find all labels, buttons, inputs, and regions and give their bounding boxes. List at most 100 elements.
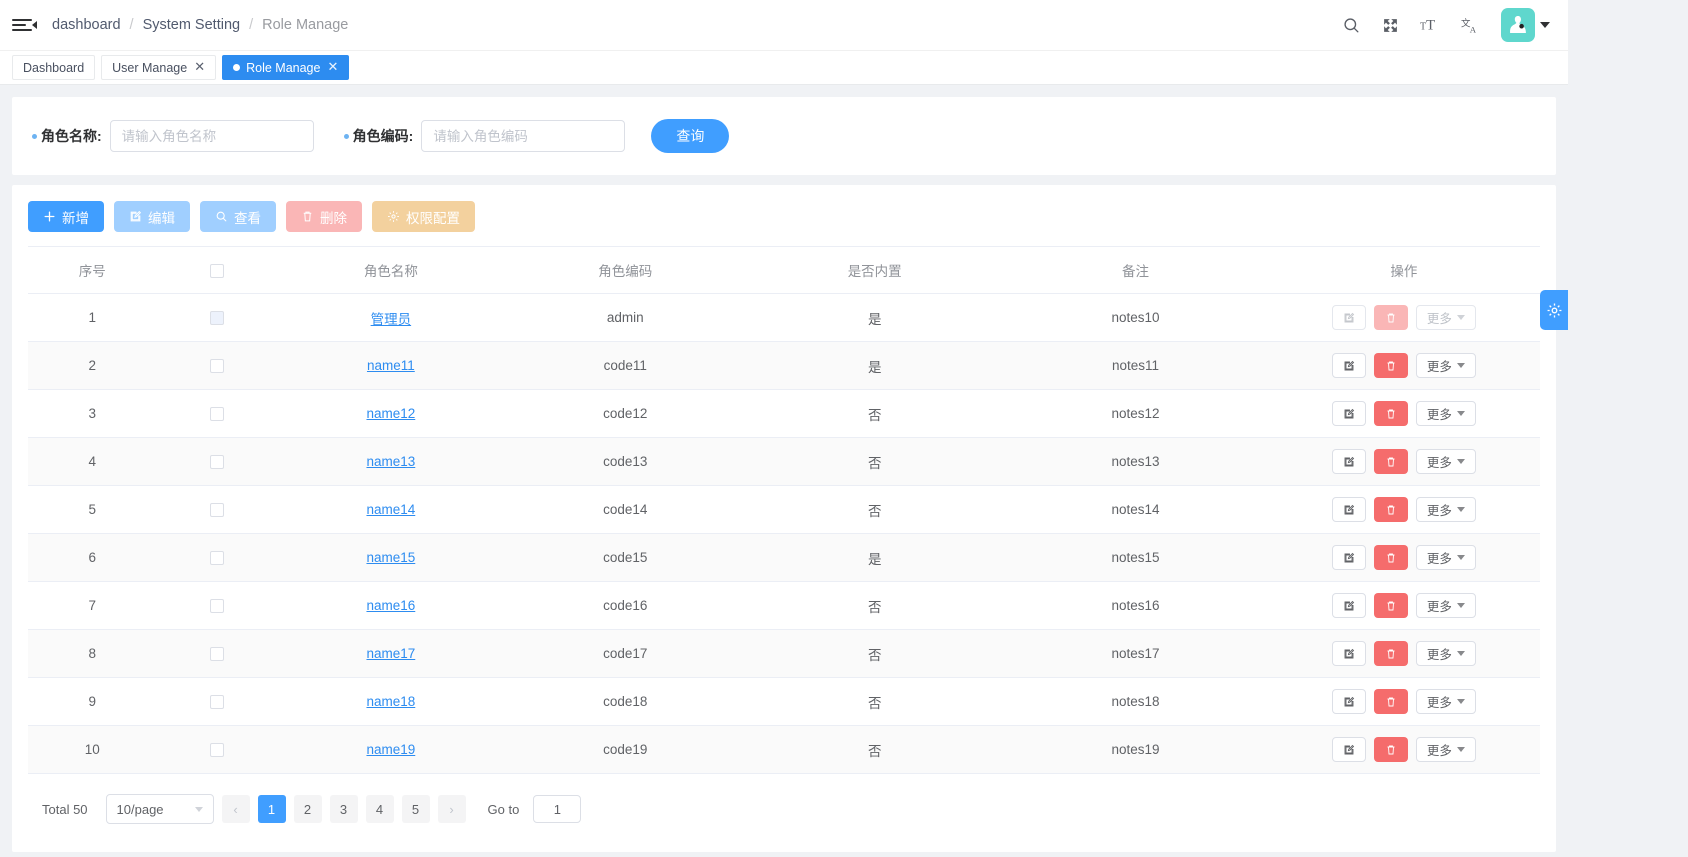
query-button[interactable]: 查询 [651, 119, 730, 153]
row-edit-button[interactable] [1331, 689, 1366, 714]
row-checkbox[interactable] [209, 599, 224, 614]
row-more-button[interactable]: 更多 [1415, 353, 1476, 378]
row-more-button[interactable]: 更多 [1415, 641, 1476, 666]
table-row[interactable]: 3 name12 code12 否 notes12 更多 [28, 389, 1540, 438]
table-row[interactable]: 6 name15 code15 是 notes15 更多 [28, 533, 1540, 582]
view-button[interactable]: 查看 [200, 201, 276, 232]
row-more-button[interactable]: 更多 [1415, 545, 1476, 570]
row-checkbox[interactable] [209, 743, 224, 758]
row-delete-button[interactable] [1373, 545, 1408, 570]
role-name-link[interactable]: name14 [366, 502, 415, 517]
role-name-link[interactable]: name12 [366, 406, 415, 421]
goto-page-input[interactable] [533, 795, 582, 823]
row-more-button[interactable]: 更多 [1415, 305, 1476, 330]
row-more-button[interactable]: 更多 [1415, 689, 1476, 714]
row-delete-button[interactable] [1373, 449, 1408, 474]
row-checkbox[interactable] [209, 455, 224, 470]
breadcrumb-item-system-setting[interactable]: System Setting [143, 17, 241, 33]
cell-select [156, 293, 278, 342]
translate-icon[interactable]: 文 A [1461, 16, 1480, 35]
cell-role-name: name14 [277, 485, 505, 534]
add-button[interactable]: 新增 [28, 201, 104, 232]
row-delete-button[interactable] [1373, 641, 1408, 666]
role-name-link[interactable]: name16 [366, 598, 415, 613]
table-row[interactable]: 1 管理员 admin 是 notes10 更多 [28, 293, 1540, 342]
page-button-5[interactable]: 5 [401, 795, 430, 823]
row-checkbox[interactable] [209, 551, 224, 566]
row-more-button[interactable]: 更多 [1415, 401, 1476, 426]
row-edit-button[interactable] [1331, 401, 1366, 426]
tab-dashboard[interactable]: Dashboard [12, 55, 96, 80]
row-edit-button[interactable] [1331, 641, 1366, 666]
row-delete-button[interactable] [1373, 737, 1408, 762]
permission-config-button[interactable]: 权限配置 [372, 201, 475, 232]
row-delete-button[interactable] [1373, 353, 1408, 378]
row-checkbox[interactable] [209, 311, 224, 326]
row-action-group: 更多 [1274, 545, 1534, 570]
row-delete-button[interactable] [1373, 305, 1408, 330]
goto-label: Go to [487, 801, 520, 817]
breadcrumb-item-dashboard[interactable]: dashboard [52, 17, 121, 33]
row-checkbox[interactable] [209, 647, 224, 662]
row-delete-button[interactable] [1373, 593, 1408, 618]
row-checkbox[interactable] [209, 359, 224, 374]
page-button-2[interactable]: 2 [293, 795, 322, 823]
row-edit-button[interactable] [1331, 737, 1366, 762]
cell-select [156, 437, 278, 486]
page-size-select[interactable]: 10/page [105, 794, 214, 824]
role-name-input[interactable] [109, 120, 314, 152]
table-row[interactable]: 10 name19 code19 否 notes19 更多 [28, 725, 1540, 774]
role-name-link[interactable]: name15 [366, 550, 415, 565]
row-edit-button[interactable] [1331, 305, 1366, 330]
role-name-link[interactable]: name13 [366, 454, 415, 469]
font-size-icon[interactable]: T T [1420, 16, 1440, 34]
row-more-button[interactable]: 更多 [1415, 593, 1476, 618]
delete-button[interactable]: 删除 [286, 201, 362, 232]
table-row[interactable]: 7 name16 code16 否 notes16 更多 [28, 581, 1540, 630]
row-delete-button[interactable] [1373, 689, 1408, 714]
page-button-3[interactable]: 3 [329, 795, 358, 823]
avatar[interactable] [1501, 8, 1535, 42]
row-delete-button[interactable] [1373, 401, 1408, 426]
chevron-down-icon[interactable] [1540, 22, 1550, 28]
sidebar-collapse-icon[interactable] [12, 12, 38, 38]
row-more-button[interactable]: 更多 [1415, 449, 1476, 474]
role-name-link[interactable]: name18 [366, 694, 415, 709]
row-checkbox[interactable] [209, 407, 224, 422]
page-button-4[interactable]: 4 [365, 795, 394, 823]
row-checkbox[interactable] [209, 695, 224, 710]
edit-button[interactable]: 编辑 [114, 201, 190, 232]
fullscreen-icon[interactable] [1382, 17, 1399, 34]
row-edit-button[interactable] [1331, 593, 1366, 618]
page-button-1[interactable]: 1 [257, 795, 286, 823]
close-icon[interactable]: ✕ [194, 61, 205, 74]
table-row[interactable]: 4 name13 code13 否 notes13 更多 [28, 437, 1540, 486]
cell-select [156, 677, 278, 726]
row-edit-button[interactable] [1331, 353, 1366, 378]
role-name-link[interactable]: 管理员 [371, 312, 412, 327]
role-name-link[interactable]: name19 [366, 742, 415, 757]
row-checkbox[interactable] [209, 503, 224, 518]
row-edit-button[interactable] [1331, 449, 1366, 474]
table-row[interactable]: 8 name17 code17 否 notes17 更多 [28, 629, 1540, 678]
settings-drawer-toggle[interactable] [1540, 290, 1568, 330]
tab-user-manage[interactable]: User Manage ✕ [101, 55, 217, 80]
close-icon[interactable]: ✕ [327, 61, 338, 74]
tab-role-manage[interactable]: Role Manage ✕ [222, 55, 350, 80]
row-edit-button[interactable] [1331, 497, 1366, 522]
user-menu[interactable] [1501, 8, 1550, 42]
row-delete-button[interactable] [1373, 497, 1408, 522]
select-all-checkbox[interactable] [209, 263, 224, 278]
prev-page-button[interactable]: ‹ [221, 795, 250, 823]
row-more-button[interactable]: 更多 [1415, 737, 1476, 762]
role-code-input[interactable] [421, 120, 626, 152]
role-name-link[interactable]: name17 [366, 646, 415, 661]
row-edit-button[interactable] [1331, 545, 1366, 570]
table-row[interactable]: 5 name14 code14 否 notes14 更多 [28, 485, 1540, 534]
table-row[interactable]: 2 name11 code11 是 notes11 更多 [28, 341, 1540, 390]
search-icon[interactable] [1342, 16, 1361, 35]
row-more-button[interactable]: 更多 [1415, 497, 1476, 522]
role-name-link[interactable]: name11 [367, 358, 415, 373]
table-row[interactable]: 9 name18 code18 否 notes18 更多 [28, 677, 1540, 726]
next-page-button[interactable]: › [437, 795, 466, 823]
